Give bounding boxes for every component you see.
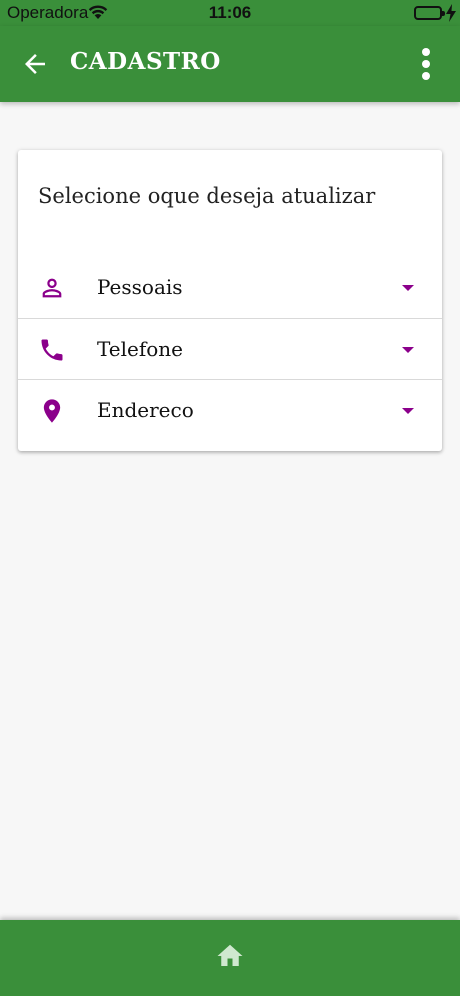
home-icon[interactable] [215, 940, 245, 972]
option-label: Endereco [97, 398, 194, 422]
option-label: Telefone [97, 337, 184, 361]
person-icon [42, 278, 62, 298]
option-label: Pessoais [97, 275, 183, 299]
bottom-nav-bar [0, 920, 460, 996]
card-title: Selecione oque deseja atualizar [38, 184, 376, 208]
clock: 11:06 [208, 3, 252, 22]
caret-down-icon [402, 408, 414, 414]
back-arrow-icon[interactable] [20, 49, 50, 79]
battery-icon [414, 6, 445, 20]
page-title: CADASTRO [70, 48, 221, 75]
status-bar: Operadora 11:06 [0, 0, 460, 26]
caret-down-icon [402, 285, 414, 291]
location-pin-icon [43, 399, 61, 423]
more-vertical-icon[interactable] [414, 44, 438, 84]
app-bar: CADASTRO [0, 26, 460, 102]
charging-bolt-icon [446, 4, 456, 22]
phone-icon [41, 339, 63, 361]
option-pessoais[interactable]: Pessoais [18, 257, 442, 318]
caret-down-icon [402, 347, 414, 353]
option-telefone[interactable]: Telefone [18, 318, 442, 380]
option-endereco[interactable]: Endereco [18, 379, 442, 441]
update-options-card: Selecione oque deseja atualizar Pessoais… [18, 150, 442, 451]
